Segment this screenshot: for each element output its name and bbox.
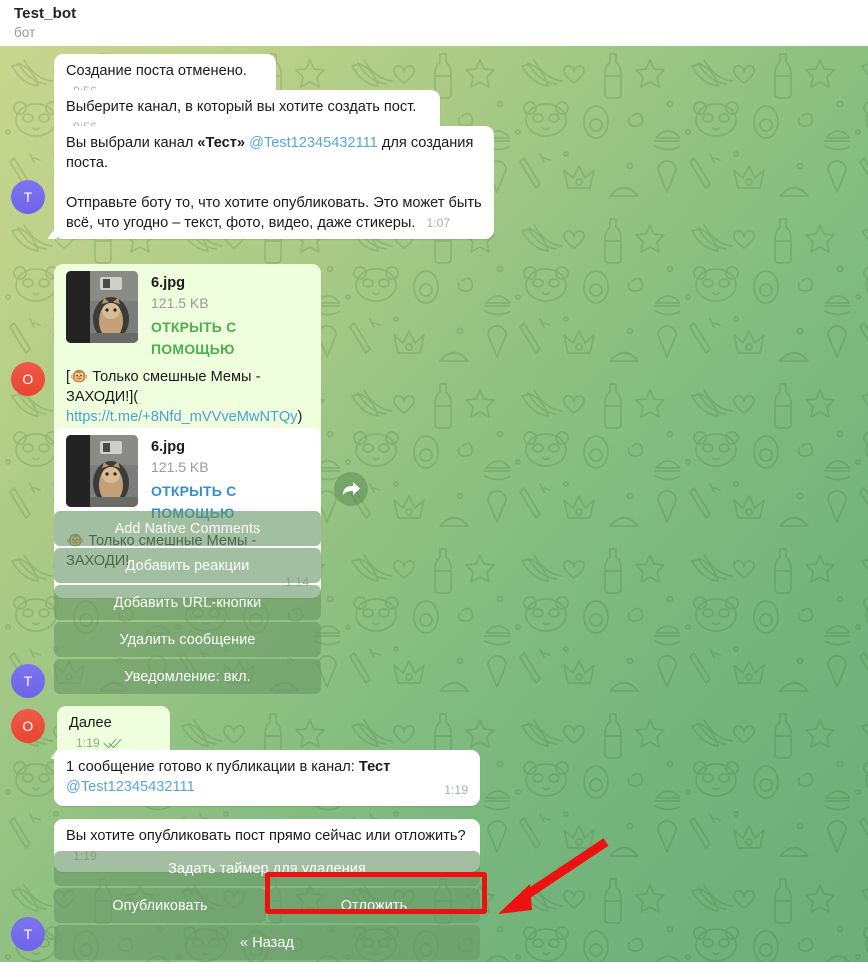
chat-title: Test_bot xyxy=(14,5,77,22)
avatar[interactable]: O xyxy=(11,709,45,743)
message-time: 1:07 xyxy=(426,216,451,230)
message-time: 1:19 xyxy=(444,783,468,797)
message-line-1: 1 сообщение готово к публикации в канал:… xyxy=(66,757,468,777)
message-bubble[interactable]: 1 сообщение готово к публикации в канал:… xyxy=(54,750,480,806)
file-info: 6.jpg 121.5 KB ОТКРЫТЬ С ПОМОЩЬЮ xyxy=(151,271,309,360)
file-attachment[interactable]: 6.jpg 121.5 KB ОТКРЫТЬ С ПОМОЩЬЮ xyxy=(66,271,309,360)
keyboard-row: Добавить URL-кнопки xyxy=(54,585,321,620)
inline-keyboard: Add Native Comments Добавить реакции Доб… xyxy=(54,511,321,694)
forward-button[interactable] xyxy=(334,472,368,506)
kb-button-notification[interactable]: Уведомление: вкл. xyxy=(54,659,321,694)
caption-text: ) xyxy=(297,409,303,425)
avatar[interactable]: O xyxy=(11,362,45,396)
kb-button-delete-message[interactable]: Удалить сообщение xyxy=(54,622,321,657)
file-size: 121.5 KB xyxy=(151,295,209,311)
caption-text: Только смешные Мемы - ЗАХОДИ!]( xyxy=(66,369,261,405)
message-text: 1 сообщение готово к публикации в канал: xyxy=(66,759,359,775)
chat-scroll-area[interactable]: T O T O T Создание поста отменено. 0:56 … xyxy=(0,46,868,962)
invite-link[interactable]: https://t.me/+8Nfd_mVVveMwNTQy xyxy=(66,409,298,425)
inline-keyboard: Задать таймер для удаления Опубликовать … xyxy=(54,851,480,960)
file-thumbnail[interactable] xyxy=(66,271,138,343)
bubble-tail xyxy=(47,226,57,239)
channel-name: «Тест» xyxy=(197,135,246,151)
avatar[interactable]: T xyxy=(11,917,45,951)
message-meta: 1:07 xyxy=(426,213,450,233)
keyboard-row: Добавить реакции xyxy=(54,548,321,583)
message-bubble-file[interactable]: 6.jpg 121.5 KB ОТКРЫТЬ С ПОМОЩЬЮ [🐵 Толь… xyxy=(54,264,321,453)
kb-button-add-url-buttons[interactable]: Добавить URL-кнопки xyxy=(54,585,321,620)
kb-button-publish[interactable]: Опубликовать xyxy=(54,888,266,923)
kb-button-back[interactable]: « Назад xyxy=(54,925,480,960)
message-paragraph-2: Отправьте боту то, что хотите опубликова… xyxy=(66,193,482,233)
arrow-annotation-icon xyxy=(498,838,609,914)
message-text: Вы хотите опубликовать пост прямо сейчас… xyxy=(66,828,466,844)
message-text: Выберите канал, в который вы хотите созд… xyxy=(66,99,417,115)
keyboard-row: Удалить сообщение xyxy=(54,622,321,657)
keyboard-row: Уведомление: вкл. xyxy=(54,659,321,694)
message-meta: 1:19 xyxy=(444,780,468,800)
forward-icon xyxy=(342,481,360,495)
open-with-button[interactable]: ОТКРЫТЬ С ПОМОЩЬЮ xyxy=(151,316,309,360)
file-size: 121.5 KB xyxy=(151,459,209,475)
message-paragraph-1: Вы выбрали канал «Тест» @Test12345432111… xyxy=(66,133,482,173)
avatar[interactable]: T xyxy=(11,664,45,698)
message-text: Далее xyxy=(69,715,112,731)
message-text: Отправьте боту то, что хотите опубликова… xyxy=(66,195,482,231)
keyboard-row: Опубликовать Отложить xyxy=(54,888,480,923)
channel-mention[interactable]: @Test12345432111 xyxy=(249,135,378,151)
kb-button-add-reactions[interactable]: Добавить реакции xyxy=(54,548,321,583)
message-text: Вы выбрали канал xyxy=(66,135,198,151)
message-list: T O T O T Создание поста отменено. 0:56 … xyxy=(0,46,868,962)
monkey-emoji: 🐵 xyxy=(70,369,89,385)
chat-subtitle: бот xyxy=(14,25,36,40)
read-receipt-icon xyxy=(104,738,121,749)
message-line-2: @Test12345432111 1:19 xyxy=(66,777,468,797)
file-name: 6.jpg xyxy=(151,275,186,291)
keyboard-row: « Назад xyxy=(54,925,480,960)
keyboard-row: Add Native Comments xyxy=(54,511,321,546)
file-thumbnail[interactable] xyxy=(66,435,138,507)
thumbnail-image xyxy=(66,271,138,343)
message-bubble[interactable]: Вы выбрали канал «Тест» @Test12345432111… xyxy=(47,126,494,239)
thumbnail-image xyxy=(66,435,138,507)
kb-button-postpone[interactable]: Отложить xyxy=(268,888,480,923)
message-text: Создание поста отменено. xyxy=(66,63,247,79)
chat-header: Test_bot бот xyxy=(0,0,868,46)
channel-mention[interactable]: @Test12345432111 xyxy=(66,779,195,795)
kb-button-set-delete-timer[interactable]: Задать таймер для удаления xyxy=(54,851,480,886)
keyboard-row: Задать таймер для удаления xyxy=(54,851,480,886)
kb-button-add-native-comments[interactable]: Add Native Comments xyxy=(54,511,321,546)
avatar[interactable]: T xyxy=(11,180,45,214)
file-name: 6.jpg xyxy=(151,439,186,455)
channel-name: Тест xyxy=(358,759,391,775)
